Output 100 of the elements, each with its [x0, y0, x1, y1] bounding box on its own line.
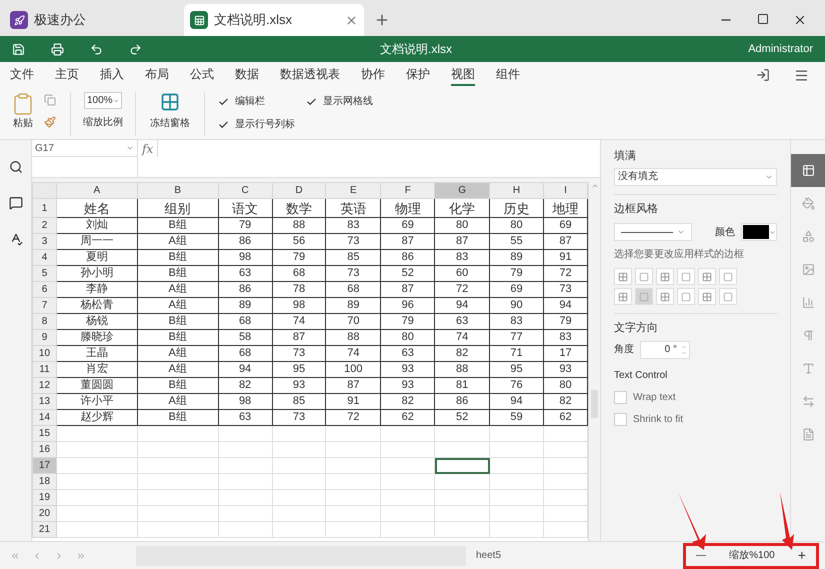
row-header[interactable]: 10 — [32, 346, 56, 362]
row-header[interactable]: 13 — [32, 394, 56, 410]
table-cell: 82 — [380, 394, 435, 410]
border-option-button[interactable] — [677, 288, 695, 305]
border-option-button[interactable] — [614, 268, 632, 285]
row-header[interactable]: 8 — [32, 314, 56, 330]
menu-tab[interactable]: 布局 — [145, 64, 169, 86]
first-sheet-icon[interactable] — [10, 550, 20, 560]
paste-button[interactable]: 粘贴 — [10, 92, 36, 131]
row-header[interactable]: 14 — [32, 410, 56, 426]
menu-tab[interactable]: 公式 — [190, 64, 214, 86]
row-header[interactable]: 3 — [32, 234, 56, 250]
angle-spinner[interactable]: 0 ° — [640, 340, 690, 358]
exit-icon[interactable] — [756, 68, 770, 82]
last-sheet-icon[interactable] — [76, 550, 86, 560]
close-icon[interactable] — [345, 14, 358, 26]
table-cell: 87 — [380, 282, 435, 298]
row-header[interactable]: 18 — [32, 474, 56, 490]
search-icon[interactable] — [8, 160, 22, 174]
row-header[interactable]: 21 — [32, 522, 56, 538]
row-header[interactable]: 12 — [32, 378, 56, 394]
table-cell: 93 — [272, 378, 326, 394]
zoom-in-button[interactable]: + — [798, 545, 806, 566]
checkbox[interactable] — [614, 412, 627, 426]
checkbox-label: 显示行号列标 — [235, 118, 295, 132]
menu-tab[interactable]: 数据透视表 — [280, 64, 340, 86]
zoom-level: 缩放%100 — [729, 548, 775, 563]
close-icon[interactable] — [793, 13, 807, 27]
table-cell: 刘灿 — [56, 218, 138, 234]
column-header[interactable]: E — [326, 182, 381, 198]
angle-label: 角度 — [614, 342, 634, 357]
border-option-button[interactable] — [635, 268, 653, 285]
color-picker[interactable] — [741, 223, 777, 241]
row-header[interactable]: 19 — [32, 490, 56, 506]
function-button[interactable]: fx — [138, 140, 158, 157]
border-option-button[interactable] — [614, 288, 632, 305]
grid-icon — [702, 272, 712, 282]
document-tab[interactable]: 文档说明.xlsx — [184, 4, 364, 36]
print-icon[interactable] — [51, 42, 64, 56]
row-header[interactable]: 7 — [32, 298, 56, 314]
zoom-dropdown[interactable]: 100% — [84, 92, 122, 109]
column-header[interactable]: I — [543, 182, 588, 198]
freeze-panes-button[interactable]: 冻结窗格 — [136, 92, 205, 136]
row-header[interactable]: 1 — [32, 198, 56, 218]
border-option-button[interactable] — [635, 288, 653, 305]
menu-tab[interactable]: 数据 — [235, 64, 259, 86]
menu-tab[interactable]: 文件 — [10, 64, 34, 86]
row-header[interactable]: 2 — [32, 218, 56, 234]
column-header[interactable]: D — [272, 182, 326, 198]
name-box[interactable]: G17 — [32, 140, 137, 157]
column-header[interactable]: G — [434, 182, 490, 198]
row-header[interactable]: 4 — [32, 250, 56, 266]
vertical-scrollbar[interactable] — [588, 182, 600, 541]
table-cell: 杨锐 — [56, 314, 138, 330]
border-option-button[interactable] — [698, 288, 716, 305]
row-header[interactable]: 5 — [32, 266, 56, 282]
sheet-tab[interactable]: heet5 — [476, 548, 502, 563]
undo-icon[interactable] — [90, 42, 103, 56]
document-tab[interactable]: 极速办公 — [4, 4, 184, 36]
zoom-out-button[interactable]: — — [696, 548, 706, 563]
fill-dropdown[interactable]: 没有填充 — [614, 168, 777, 186]
menu-tab[interactable]: 主页 — [55, 64, 79, 86]
row-header[interactable]: 6 — [32, 282, 56, 298]
menu-tab[interactable]: 保护 — [406, 64, 430, 86]
border-hint: 选择您要更改应用样式的边框 — [614, 248, 745, 262]
line-style-dropdown[interactable] — [614, 223, 692, 241]
border-option-button[interactable] — [677, 268, 695, 285]
new-tab-icon[interactable] — [374, 12, 390, 28]
copy-icon[interactable] — [44, 94, 56, 106]
column-header[interactable]: B — [137, 182, 218, 198]
menu-tab[interactable]: 协作 — [361, 64, 385, 86]
format-painter-icon[interactable] — [44, 116, 56, 128]
row-header[interactable]: 20 — [32, 506, 56, 522]
row-header[interactable]: 17 — [32, 458, 56, 474]
checkbox[interactable] — [614, 390, 627, 404]
menu-icon[interactable] — [794, 68, 809, 82]
row-header[interactable]: 16 — [32, 442, 56, 458]
border-option-button[interactable] — [656, 268, 674, 285]
menu-tab[interactable]: 视图 — [451, 64, 475, 86]
row-header[interactable]: 15 — [32, 426, 56, 442]
column-header[interactable]: F — [380, 182, 435, 198]
column-header[interactable]: A — [56, 182, 138, 198]
save-icon[interactable] — [12, 42, 25, 56]
border-option-button[interactable] — [719, 288, 737, 305]
border-option-button[interactable] — [656, 288, 674, 305]
border-option-button[interactable] — [698, 268, 716, 285]
table-cell: 83 — [434, 250, 490, 266]
border-option-button[interactable] — [719, 268, 737, 285]
row-header[interactable]: 9 — [32, 330, 56, 346]
comment-icon[interactable] — [8, 196, 22, 210]
menu-tab[interactable]: 组件 — [496, 64, 520, 86]
menu-tab[interactable]: 插入 — [100, 64, 124, 86]
column-header[interactable]: C — [218, 182, 272, 198]
maximize-icon[interactable] — [757, 13, 769, 25]
scroll-up-icon[interactable] — [590, 182, 598, 190]
redo-icon[interactable] — [129, 42, 142, 56]
side-panel-tab[interactable] — [790, 154, 825, 187]
column-header[interactable]: H — [490, 182, 544, 198]
table-cell: 滕晓珍 — [56, 330, 138, 346]
row-header[interactable]: 11 — [32, 362, 56, 378]
